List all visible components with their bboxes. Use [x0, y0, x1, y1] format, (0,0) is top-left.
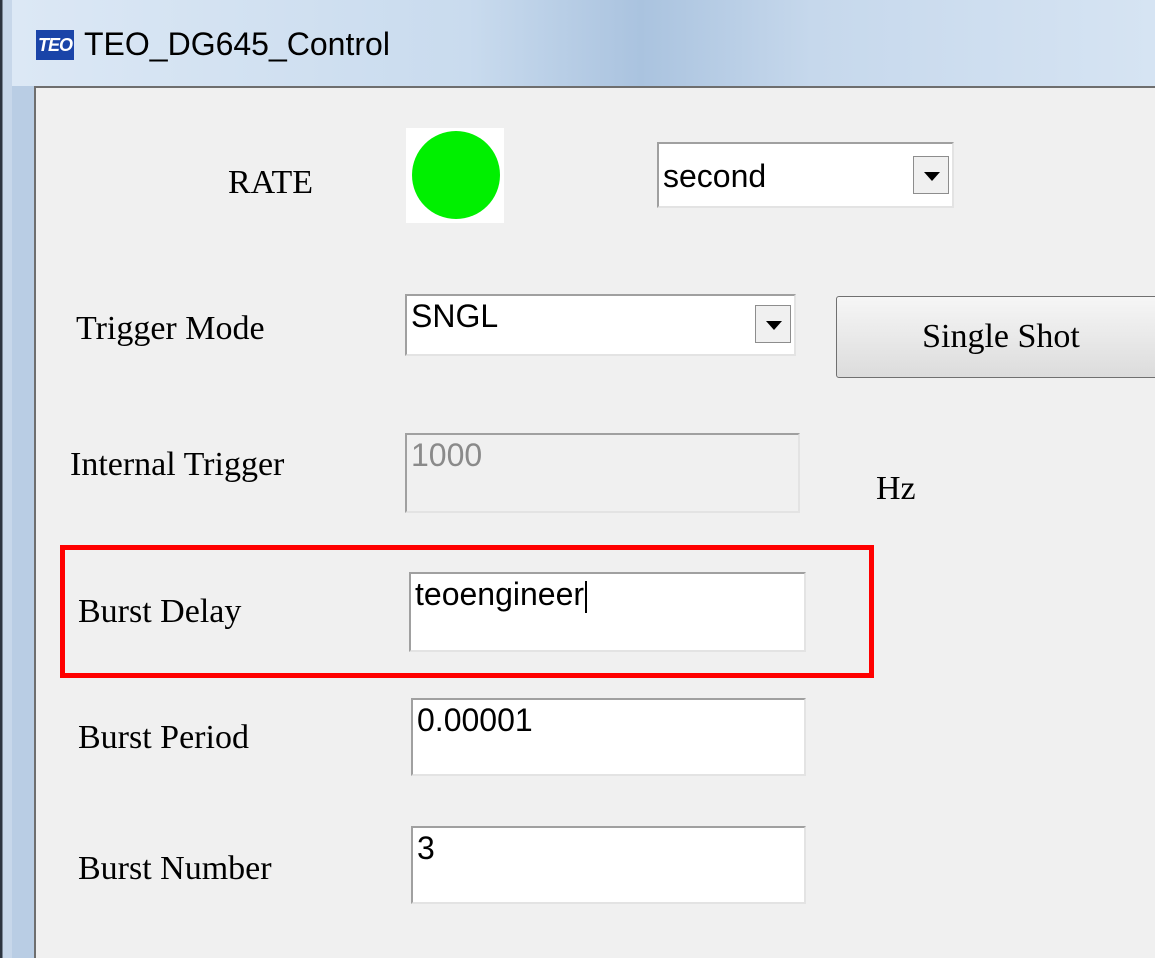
- app-logo-icon: TEO: [36, 30, 74, 60]
- status-led-icon: [412, 131, 500, 219]
- burst-delay-value: teoengineer: [415, 576, 585, 612]
- internal-trigger-input[interactable]: 1000: [405, 433, 800, 513]
- rate-unit-select[interactable]: second: [657, 142, 954, 208]
- trigger-mode-value: SNGL: [411, 298, 499, 334]
- burst-period-input[interactable]: 0.00001: [411, 698, 806, 776]
- window-title: TEO_DG645_Control: [84, 26, 390, 62]
- internal-trigger-unit: Hz: [876, 470, 916, 507]
- internal-trigger-label: Internal Trigger: [70, 446, 285, 483]
- trigger-mode-label: Trigger Mode: [76, 310, 265, 347]
- single-shot-button[interactable]: Single Shot: [836, 296, 1155, 378]
- burst-number-input[interactable]: 3: [411, 826, 806, 904]
- burst-period-label: Burst Period: [78, 719, 249, 756]
- burst-number-label: Burst Number: [78, 850, 272, 887]
- title-bar[interactable]: TEO TEO_DG645_Control: [12, 0, 1155, 86]
- rate-unit-dropdown-arrow-icon[interactable]: [913, 156, 949, 194]
- trigger-mode-select[interactable]: SNGL: [405, 294, 796, 356]
- burst-delay-label: Burst Delay: [78, 593, 242, 630]
- rate-unit-value: second: [663, 158, 767, 194]
- rate-indicator: [406, 128, 504, 223]
- app-window: TEO TEO_DG645_Control RATE second Trigge…: [0, 0, 1155, 958]
- rate-label: RATE: [228, 164, 313, 201]
- trigger-mode-dropdown-arrow-icon[interactable]: [755, 305, 791, 343]
- window-frame-left: [0, 0, 12, 958]
- burst-delay-input[interactable]: teoengineer: [409, 572, 806, 652]
- text-cursor-icon: [585, 580, 588, 613]
